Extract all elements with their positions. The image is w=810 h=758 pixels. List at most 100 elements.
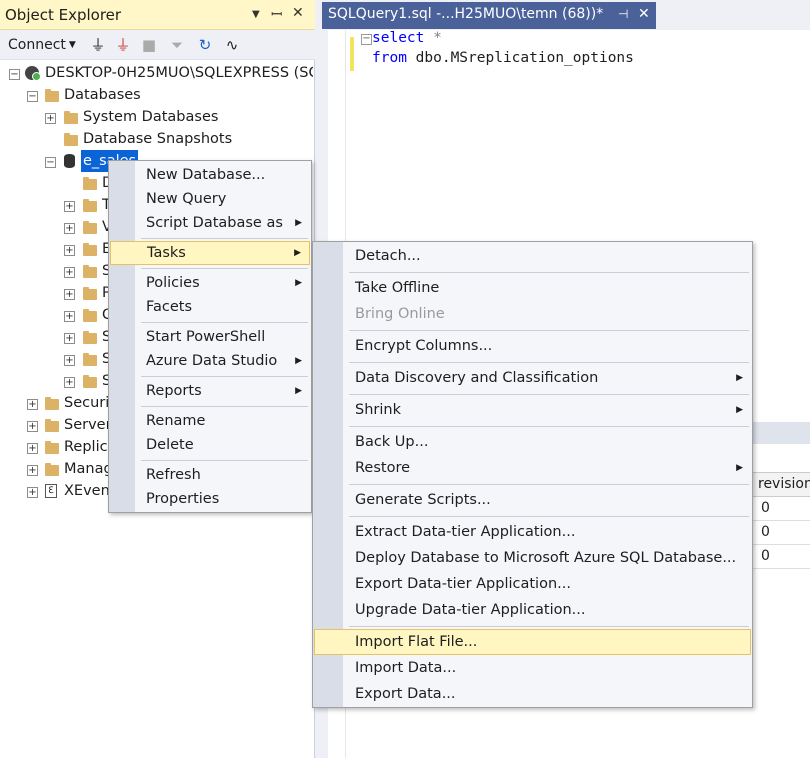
connect-plug-icon[interactable]: ⏚ [88,35,108,55]
submenu-arrow-icon: ▶ [294,248,301,258]
folder-icon [83,375,97,388]
menu-item-extract-data-tier[interactable]: Extract Data-tier Application... [314,520,751,544]
menu-item-shrink[interactable]: Shrink ▶ [314,398,751,422]
tree-node-system-databases[interactable]: System Databases [83,106,218,128]
menu-item-data-discovery[interactable]: Data Discovery and Classification ▶ [314,366,751,390]
menu-item-encrypt-columns[interactable]: Encrypt Columns... [314,334,751,358]
tree-node-server-objects[interactable]: Server [64,414,112,436]
object-explorer-title: Object Explorer [5,6,122,24]
folder-icon [83,309,97,322]
folder-icon [83,265,97,278]
column-header-revision[interactable]: revision [752,473,810,497]
menu-item-refresh[interactable]: Refresh [110,463,310,487]
menu-item-tasks[interactable]: Tasks ▶ [110,241,310,265]
folder-icon [64,133,78,146]
code-star: * [424,30,442,46]
connect-label: Connect [8,37,66,53]
menu-item-bring-online: Bring Online [355,306,445,322]
close-icon[interactable]: ✕ [292,5,304,21]
expand-toggle[interactable]: + [64,201,75,212]
menu-separator [141,238,308,239]
menu-item-label: Shrink [355,402,401,418]
grid-cell[interactable]: 0 [752,521,810,545]
menu-item-start-powershell[interactable]: Start PowerShell [110,325,310,349]
filter-icon[interactable]: ⏷ [167,35,187,55]
menu-item-import-data[interactable]: Import Data... [314,656,751,680]
expand-toggle[interactable]: + [64,311,75,322]
expand-toggle[interactable]: + [64,355,75,366]
submenu-arrow-icon: ▶ [736,373,743,383]
expand-toggle[interactable]: + [64,377,75,388]
disconnect-icon[interactable]: ⏚ [113,35,133,55]
tree-node-databases[interactable]: Databases [64,84,141,106]
tree-node-management[interactable]: Manag [64,458,113,480]
close-tab-icon[interactable]: ✕ [638,2,650,27]
menu-item-export-data[interactable]: Export Data... [314,682,751,706]
expand-toggle[interactable]: + [64,267,75,278]
folder-icon [83,199,97,212]
expand-toggle[interactable]: + [27,443,38,454]
menu-item-new-query[interactable]: New Query [110,187,310,211]
expand-toggle[interactable]: + [64,245,75,256]
menu-item-new-database[interactable]: New Database... [110,163,310,187]
results-tab-bar [752,422,810,444]
menu-item-deploy-azure[interactable]: Deploy Database to Microsoft Azure SQL D… [314,546,751,570]
pin-icon[interactable]: ⊣ [618,2,628,27]
menu-item-export-data-tier[interactable]: Export Data-tier Application... [314,572,751,596]
collapse-toggle[interactable]: − [45,157,56,168]
menu-item-facets[interactable]: Facets [110,295,310,319]
tree-node-database-snapshots[interactable]: Database Snapshots [83,128,232,150]
menu-item-generate-scripts[interactable]: Generate Scripts... [314,488,751,512]
menu-separator [141,322,308,323]
folder-icon [45,463,59,476]
connect-button[interactable]: Connect ▼ [8,37,76,53]
menu-item-detach[interactable]: Detach... [314,244,751,268]
menu-item-reports[interactable]: Reports ▶ [110,379,310,403]
expand-toggle[interactable]: + [64,223,75,234]
menu-item-label: Tasks [147,245,186,261]
menu-item-import-flat-file[interactable]: Import Flat File... [314,629,751,655]
document-tab-bar: SQLQuery1.sql -...H25MUO\temn (68))* ⊣ ✕ [318,0,810,30]
menu-item-label: Restore [355,460,411,476]
server-icon [25,66,41,81]
menu-separator [141,460,308,461]
expand-toggle[interactable]: + [64,289,75,300]
menu-item-upgrade-data-tier[interactable]: Upgrade Data-tier Application... [314,598,751,622]
expand-toggle[interactable]: + [64,333,75,344]
menu-item-label: Script Database as [146,215,283,231]
menu-item-properties[interactable]: Properties [110,487,310,511]
expand-toggle[interactable]: + [27,487,38,498]
folder-icon [83,177,97,190]
results-grid[interactable]: revision 0 0 0 [752,472,810,569]
outline-collapse-icon[interactable]: − [361,34,372,45]
submenu-arrow-icon: ▶ [295,356,302,366]
pin-icon[interactable]: ꟷ [271,5,282,24]
menu-item-take-offline[interactable]: Take Offline [314,276,751,300]
menu-separator [141,268,308,269]
expand-toggle[interactable]: + [27,465,38,476]
collapse-toggle[interactable]: − [9,69,20,80]
menu-item-script-database-as[interactable]: Script Database as ▶ [110,211,310,235]
refresh-icon[interactable]: ↻ [195,35,215,55]
folder-icon [83,287,97,300]
stop-icon[interactable]: ■ [139,35,159,55]
menu-item-back-up[interactable]: Back Up... [314,430,751,454]
expand-toggle[interactable]: + [27,421,38,432]
grid-cell[interactable]: 0 [752,545,810,569]
expand-toggle[interactable]: + [27,399,38,410]
menu-item-rename[interactable]: Rename [110,409,310,433]
menu-item-delete[interactable]: Delete [110,433,310,457]
collapse-toggle[interactable]: − [27,91,38,102]
chevron-down-icon: ▼ [68,40,76,50]
tree-node-server[interactable]: DESKTOP-0H25MUO\SQLEXPRESS (SC [45,62,313,84]
menu-item-azure-data-studio[interactable]: Azure Data Studio ▶ [110,349,310,373]
menu-item-policies[interactable]: Policies ▶ [110,271,310,295]
menu-separator [349,516,749,517]
dropdown-icon[interactable]: ▼ [252,9,260,20]
activity-monitor-icon[interactable]: ∿ [222,35,242,55]
tab-sqlquery1[interactable]: SQLQuery1.sql -...H25MUO\temn (68))* ⊣ ✕ [322,2,656,29]
folder-icon [83,353,97,366]
grid-cell[interactable]: 0 [752,497,810,521]
expand-toggle[interactable]: + [45,113,56,124]
menu-item-restore[interactable]: Restore ▶ [314,456,751,480]
